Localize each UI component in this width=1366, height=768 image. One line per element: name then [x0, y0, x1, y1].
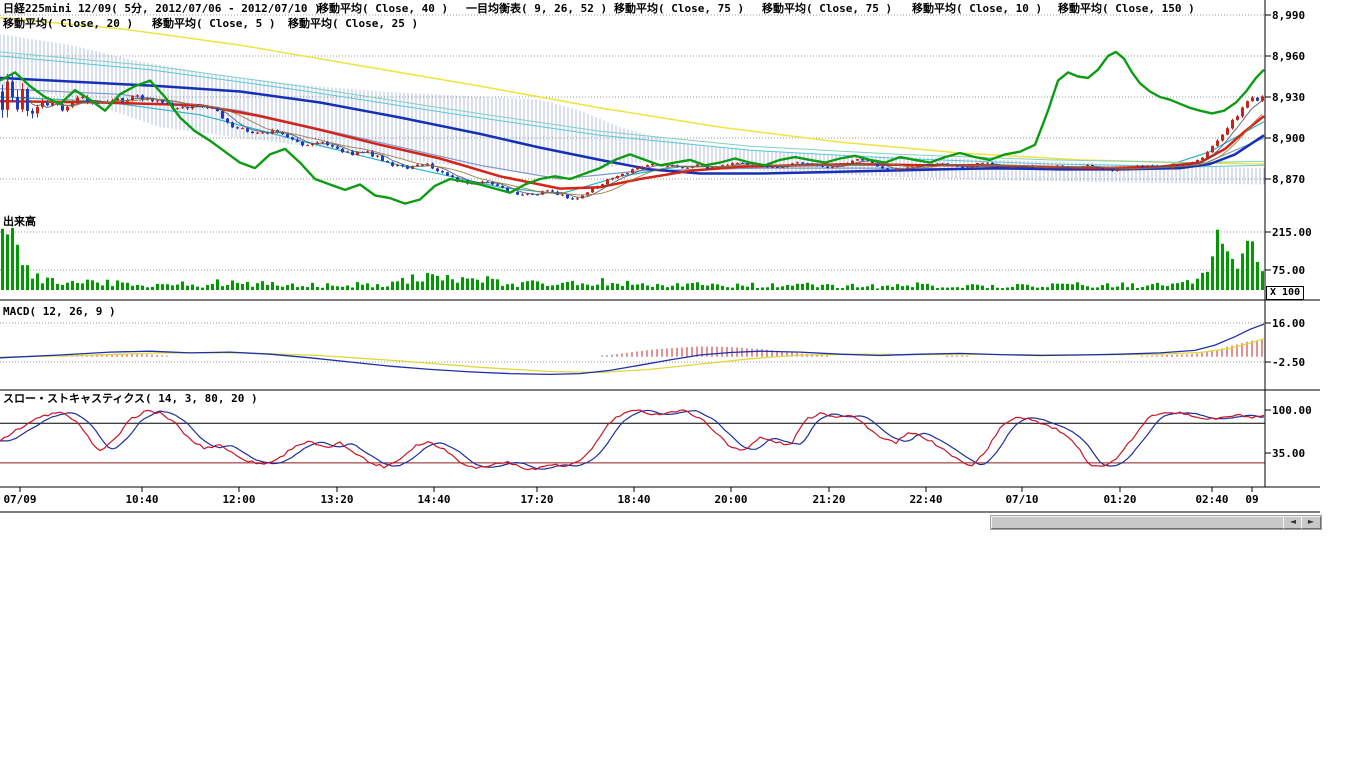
chart-window: 日経225mini 12/09( 5分, 2012/07/06 - 2012/0… — [0, 0, 1366, 768]
volume-multiplier-badge: X 100 — [1266, 286, 1304, 300]
indicator-label: 日経225mini 12/09( 5分, 2012/07/06 - 2012/0… — [3, 2, 321, 15]
y-axis-label: 8,990 — [1272, 9, 1305, 22]
indicator-label: 移動平均( Close, 150 ) — [1058, 2, 1195, 15]
indicator-label: 移動平均( Close, 10 ) — [912, 2, 1042, 15]
indicator-label: 一目均衡表( 9, 26, 52 ) — [466, 2, 607, 15]
y-axis-label: 16.00 — [1272, 317, 1305, 330]
scroll-right-button[interactable]: ► — [1301, 516, 1321, 529]
macd-pane — [0, 323, 1265, 374]
stoch-pane-label: スロー・ストキャスティクス( 14, 3, 80, 20 ) — [3, 392, 258, 405]
scroll-left-button[interactable]: ◄ — [1283, 516, 1303, 529]
macd-pane-label: MACD( 12, 26, 9 ) — [3, 305, 116, 318]
y-axis-label: 8,960 — [1272, 50, 1305, 63]
volume-pane-label: 出来高 — [3, 215, 36, 228]
ichimoku-cloud — [0, 34, 1264, 184]
x-axis-label: 10:40 — [125, 493, 158, 506]
x-axis-label: 07/09 — [3, 493, 36, 506]
x-axis-label: 18:40 — [617, 493, 650, 506]
indicator-label: 移動平均( Close, 40 ) — [318, 2, 448, 15]
x-axis-label: 13:20 — [320, 493, 353, 506]
y-axis-label: 8,930 — [1272, 91, 1305, 104]
x-axis-label: 14:40 — [417, 493, 450, 506]
x-axis-label: 02:40 — [1195, 493, 1228, 506]
y-axis-label: 100.00 — [1272, 404, 1312, 417]
x-axis-label: 17:20 — [520, 493, 553, 506]
stoch-k-line — [0, 410, 1264, 470]
indicator-label: 移動平均( Close, 25 ) — [288, 17, 418, 30]
x-axis-label: 20:00 — [714, 493, 747, 506]
indicator-label: 移動平均( Close, 5 ) — [152, 17, 275, 30]
x-axis-label: 22:40 — [909, 493, 942, 506]
price-pane — [0, 15, 1265, 204]
indicator-label: 移動平均( Close, 75 ) — [762, 2, 892, 15]
x-axis-label: 21:20 — [812, 493, 845, 506]
scrollbar-thumb[interactable] — [991, 516, 1285, 529]
stoch-d-line — [0, 410, 1264, 469]
x-axis-label: 12:00 — [222, 493, 255, 506]
volume-pane — [0, 228, 1265, 290]
horizontal-scrollbar[interactable]: ◄ ► — [990, 515, 1322, 530]
indicator-label: 移動平均( Close, 75 ) — [614, 2, 744, 15]
y-axis-label: 215.00 — [1272, 226, 1312, 239]
x-axis-label: 01:20 — [1103, 493, 1136, 506]
x-axis-label: 07/10 — [1005, 493, 1038, 506]
macd-line — [0, 324, 1264, 374]
y-axis-label: 8,900 — [1272, 132, 1305, 145]
y-axis-label: 75.00 — [1272, 264, 1305, 277]
y-axis-label: 8,870 — [1272, 173, 1305, 186]
x-axis-label: 09 — [1245, 493, 1258, 506]
stoch-pane — [0, 410, 1265, 470]
chart-plot-area[interactable] — [0, 0, 1366, 530]
y-axis-label: -2.50 — [1272, 356, 1305, 369]
y-axis-label: 35.00 — [1272, 447, 1305, 460]
indicator-label: 移動平均( Close, 20 ) — [3, 17, 133, 30]
volume-bars — [1, 228, 1264, 290]
